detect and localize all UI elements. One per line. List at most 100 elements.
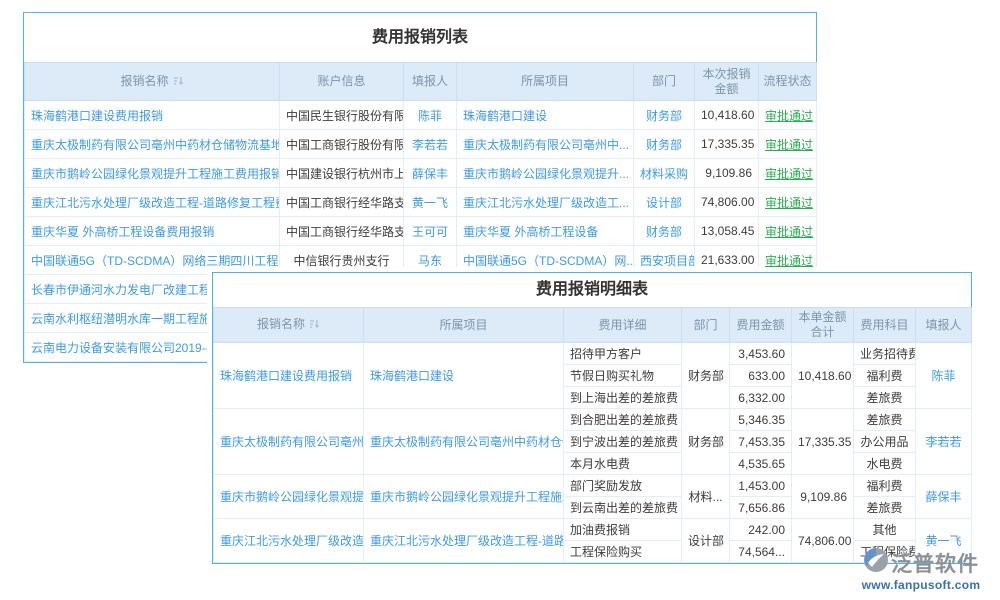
expense-name-link[interactable]: 中国联通5G（TD-SCDMA）网络三期四川工程费... — [25, 246, 280, 275]
category-cell: 业务招待费 — [854, 343, 916, 365]
col-header-dept: 部门 — [682, 308, 730, 343]
sort-icon[interactable] — [309, 318, 320, 333]
expense-amount-cell: 74,564... — [730, 541, 792, 563]
detail-row: 重庆市鹅岭公园绿化景观提升工程施工 重庆市鹅岭公园绿化景观提升工程施工 部门奖励… — [214, 475, 972, 497]
filler-link[interactable]: 黄一飞 — [404, 188, 457, 217]
expense-amount-cell: 7,453.35 — [730, 431, 792, 453]
expense-amount-cell: 6,332.00 — [730, 387, 792, 409]
project-link[interactable]: 重庆江北污水处理厂级改造工程-道路修复工程 — [364, 519, 564, 563]
total-amount-cell: 17,335.35 — [792, 409, 854, 475]
dept-cell: 设计部 — [682, 519, 730, 563]
status-link[interactable]: 审批通过 — [759, 217, 817, 246]
col-header-filler: 填报人 — [916, 308, 972, 343]
filler-link[interactable]: 李若若 — [916, 409, 972, 475]
expense-item-cell: 到宁波出差的差旅费 — [564, 431, 682, 453]
expense-amount-cell: 7,656.86 — [730, 497, 792, 519]
col-header-status: 流程状态 — [759, 63, 817, 101]
project-link[interactable]: 珠海鹤港口建设 — [457, 101, 634, 130]
expense-name-link[interactable]: 重庆江北污水处理厂级改造工程-道路修复工程费用... — [25, 188, 280, 217]
category-cell: 差旅费 — [854, 387, 916, 409]
filler-link[interactable]: 陈菲 — [404, 101, 457, 130]
filler-link[interactable]: 薛保丰 — [404, 159, 457, 188]
filler-link[interactable]: 王可可 — [404, 217, 457, 246]
expense-name-link[interactable]: 重庆市鹅岭公园绿化景观提升工程施工 — [214, 475, 364, 519]
project-link[interactable]: 重庆市鹅岭公园绿化景观提升工程施工 — [364, 475, 564, 519]
table-row: 重庆太极制药有限公司亳州中药材仓储物流基地项... 中国工商银行股份有限... … — [25, 130, 817, 159]
account-cell: 中国工商银行经华路支行 — [280, 217, 404, 246]
amount-cell: 10,418.60 — [695, 101, 759, 130]
category-cell: 办公用品 — [854, 431, 916, 453]
account-cell: 中国建设银行杭州市上... — [280, 159, 404, 188]
detail-row: 重庆太极制药有限公司亳州中药材仓储物流基地 重庆太极制药有限公司亳州中药材仓储物… — [214, 409, 972, 431]
expense-name-link[interactable]: 重庆江北污水处理厂级改造工程-道路修复 — [214, 519, 364, 563]
vendor-brand-text: 泛普软件 — [891, 548, 979, 578]
project-link[interactable]: 重庆太极制药有限公司亳州中... — [457, 130, 634, 159]
dept-cell: 设计部 — [634, 188, 695, 217]
amount-cell: 17,335.35 — [695, 130, 759, 159]
filler-link[interactable]: 薛保丰 — [916, 475, 972, 519]
table-row: 重庆江北污水处理厂级改造工程-道路修复工程费用... 中国工商银行经华路支行 黄… — [25, 188, 817, 217]
expense-list-title: 费用报销列表 — [24, 13, 816, 62]
category-cell: 福利费 — [854, 365, 916, 387]
col-header-project: 所属项目 — [364, 308, 564, 343]
status-link[interactable]: 审批通过 — [759, 130, 817, 159]
project-link[interactable]: 重庆华夏 外高桥工程设备 — [457, 217, 634, 246]
sort-icon[interactable] — [173, 75, 184, 90]
dept-cell: 财务部 — [634, 217, 695, 246]
table-row: 重庆市鹅岭公园绿化景观提升工程施工费用报销 中国建设银行杭州市上... 薛保丰 … — [25, 159, 817, 188]
expense-item-cell: 节假日购买礼物 — [564, 365, 682, 387]
account-cell: 中信银行贵州支行 — [280, 246, 404, 275]
col-header-filler: 填报人 — [404, 63, 457, 101]
dept-cell: 财务部 — [634, 130, 695, 159]
col-header-expense-amount: 费用金额 — [730, 308, 792, 343]
table-row: 中国联通5G（TD-SCDMA）网络三期四川工程费... 中信银行贵州支行 马东… — [25, 246, 817, 275]
category-cell: 差旅费 — [854, 497, 916, 519]
project-link[interactable]: 珠海鹤港口建设 — [364, 343, 564, 409]
total-amount-cell: 10,418.60 — [792, 343, 854, 409]
status-link[interactable]: 审批通过 — [759, 188, 817, 217]
project-link[interactable]: 中国联通5G（TD-SCDMA）网... — [457, 246, 634, 275]
detail-row: 珠海鹤港口建设费用报销 珠海鹤港口建设 招待甲方客户 财务部 3,453.60 … — [214, 343, 972, 365]
expense-item-cell: 本月水电费 — [564, 453, 682, 475]
amount-cell: 9,109.86 — [695, 159, 759, 188]
expense-item-cell: 工程保险购买 — [564, 541, 682, 563]
filler-link[interactable]: 陈菲 — [916, 343, 972, 409]
filler-link[interactable]: 马东 — [404, 246, 457, 275]
status-link[interactable]: 审批通过 — [759, 159, 817, 188]
expense-item-cell: 招待甲方客户 — [564, 343, 682, 365]
expense-amount-cell: 4,535.65 — [730, 453, 792, 475]
expense-detail-table: 报销名称 所属项目 费用详细 部门 费用金额 本单金额合计 费用科目 填报人 珠… — [213, 307, 972, 563]
project-link[interactable]: 重庆市鹅岭公园绿化景观提升... — [457, 159, 634, 188]
expense-item-cell: 到上海出差的差旅费 — [564, 387, 682, 409]
dept-cell: 西安项目部 — [634, 246, 695, 275]
expense-name-link[interactable]: 重庆太极制药有限公司亳州中药材仓储物流基地 — [214, 409, 364, 475]
project-link[interactable]: 重庆江北污水处理厂级改造工... — [457, 188, 634, 217]
expense-amount-cell: 242.00 — [730, 519, 792, 541]
status-link[interactable]: 审批通过 — [759, 101, 817, 130]
account-cell: 中国工商银行股份有限... — [280, 130, 404, 159]
filler-link[interactable]: 李若若 — [404, 130, 457, 159]
status-link[interactable]: 审批通过 — [759, 246, 817, 275]
expense-item-cell: 到合肥出差的差旅费 — [564, 409, 682, 431]
col-header-total: 本单金额合计 — [792, 308, 854, 343]
col-header-name[interactable]: 报销名称 — [25, 63, 280, 101]
expense-name-link[interactable]: 重庆太极制药有限公司亳州中药材仓储物流基地项... — [25, 130, 280, 159]
expense-name-link[interactable]: 重庆华夏 外高桥工程设备费用报销 — [25, 217, 280, 246]
table-row: 珠海鹤港口建设费用报销 中国民生银行股份有限... 陈菲 珠海鹤港口建设 财务部… — [25, 101, 817, 130]
expense-amount-cell: 633.00 — [730, 365, 792, 387]
expense-name-link[interactable]: 重庆市鹅岭公园绿化景观提升工程施工费用报销 — [25, 159, 280, 188]
expense-name-link[interactable]: 珠海鹤港口建设费用报销 — [25, 101, 280, 130]
expense-amount-cell: 5,346.35 — [730, 409, 792, 431]
expense-detail-header-row: 报销名称 所属项目 费用详细 部门 费用金额 本单金额合计 费用科目 填报人 — [214, 308, 972, 343]
col-header-amount: 本次报销金额 — [695, 63, 759, 101]
col-header-name[interactable]: 报销名称 — [214, 308, 364, 343]
category-cell: 福利费 — [854, 475, 916, 497]
vendor-url-text: www.fanpusoft.com — [850, 578, 992, 592]
col-header-account: 账户信息 — [280, 63, 404, 101]
expense-amount-cell: 3,453.60 — [730, 343, 792, 365]
total-amount-cell: 9,109.86 — [792, 475, 854, 519]
category-cell: 差旅费 — [854, 409, 916, 431]
project-link[interactable]: 重庆太极制药有限公司亳州中药材仓储物流基地 — [364, 409, 564, 475]
expense-name-link[interactable]: 珠海鹤港口建设费用报销 — [214, 343, 364, 409]
dept-cell: 材料... — [682, 475, 730, 519]
